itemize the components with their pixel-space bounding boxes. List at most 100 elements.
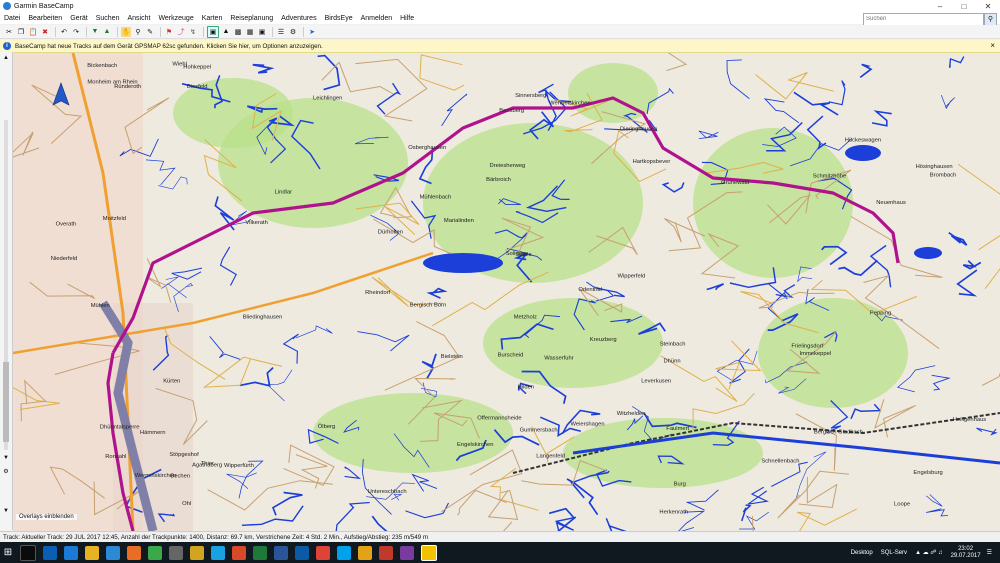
menu-hilfe[interactable]: Hilfe <box>396 15 418 22</box>
store-icon[interactable] <box>105 545 120 560</box>
clock[interactable]: 23:02 29.07.2017 <box>951 546 981 560</box>
sql-server-label[interactable]: SQL-Serv <box>881 550 907 556</box>
new-waypoint-icon[interactable]: ⚑ <box>164 27 174 37</box>
stream <box>828 80 846 106</box>
place-label: Grunewald <box>721 180 749 186</box>
window-title: Garmin BaseCamp <box>14 2 74 10</box>
app-icon[interactable] <box>336 545 351 560</box>
toolbar-separator <box>86 26 87 37</box>
word-icon[interactable] <box>273 545 288 560</box>
minimize-button[interactable]: – <box>928 0 952 12</box>
elevation-icon[interactable]: ▩ <box>233 27 243 37</box>
3d-view-icon[interactable]: ▲ <box>221 27 231 37</box>
new-track-icon[interactable]: ↯ <box>188 27 198 37</box>
app-icon[interactable] <box>357 545 372 560</box>
stream <box>357 331 410 352</box>
place-label: Wipperfürth <box>224 463 254 469</box>
search-icon[interactable] <box>19 544 36 561</box>
skype-icon[interactable] <box>210 545 225 560</box>
desktop-toolbar-label[interactable]: Desktop <box>851 550 873 556</box>
place-label: Ölberg <box>318 423 335 430</box>
panel-settings-icon[interactable]: ⚙ <box>2 468 10 476</box>
cut-icon[interactable]: ✂ <box>4 27 14 37</box>
file-explorer-icon[interactable] <box>84 545 99 560</box>
place-label: Wasserfuhr <box>544 355 573 361</box>
filter-icon[interactable]: ▼ <box>2 507 10 515</box>
zoom-icon[interactable]: ⚲ <box>133 27 143 37</box>
app-icon[interactable] <box>189 545 204 560</box>
onenote-icon[interactable] <box>399 545 414 560</box>
excel-icon[interactable] <box>252 545 267 560</box>
menu-geraet[interactable]: Gerät <box>66 15 92 22</box>
menu-adventures[interactable]: Adventures <box>277 15 320 22</box>
undo-icon[interactable]: ↶ <box>59 27 69 37</box>
place-label: Mühlen <box>91 303 110 309</box>
delete-icon[interactable]: ✖ <box>40 27 50 37</box>
stream <box>241 505 304 527</box>
notifications-icon[interactable]: ☰ <box>987 549 992 556</box>
windows-start-icon[interactable]: ⊞ <box>0 542 16 563</box>
title-bar: Garmin BaseCamp – □ ✕ <box>0 0 1000 12</box>
device-notification-bar[interactable]: i BaseCamp hat neue Tracks auf dem Gerät… <box>0 40 1000 53</box>
place-label: Bliedinghausen <box>243 314 283 320</box>
app-icon[interactable] <box>378 545 393 560</box>
road <box>978 235 1000 290</box>
collapse-arrow-icon[interactable]: ▲ <box>2 54 10 62</box>
activity-profile-icon[interactable]: ⚙ <box>288 27 298 37</box>
collapse-down-icon[interactable]: ▼ <box>2 454 10 462</box>
menu-anmelden[interactable]: Anmelden <box>357 15 397 22</box>
copy-icon[interactable]: ❐ <box>16 27 26 37</box>
mail-icon[interactable] <box>126 545 141 560</box>
stream <box>566 478 599 516</box>
task-view-icon[interactable] <box>42 545 57 560</box>
receive-from-device-icon[interactable]: ▼ <box>90 27 100 37</box>
close-button[interactable]: ✕ <box>976 0 1000 12</box>
outlook-icon[interactable] <box>294 545 309 560</box>
photo-icon[interactable]: ▣ <box>257 27 267 37</box>
menu-bearbeiten[interactable]: Bearbeiten <box>24 15 66 22</box>
layers-icon[interactable]: ▦ <box>245 27 255 37</box>
place-label: Neuenhaus <box>876 200 906 206</box>
stream <box>411 473 438 492</box>
road <box>715 340 762 390</box>
profile-icon[interactable]: ☰ <box>276 27 286 37</box>
media-icon[interactable] <box>147 545 162 560</box>
tray-icons[interactable]: ▲ ☁ ☍ ♫ <box>915 549 943 556</box>
menu-datei[interactable]: Datei <box>0 15 24 22</box>
paste-icon[interactable]: 📋 <box>28 27 38 37</box>
topographic-map[interactable]: SolingenBurscheidEngelsburgÖlbergWermels… <box>13 53 1000 531</box>
menu-karten[interactable]: Karten <box>198 15 227 22</box>
map-view-icon[interactable]: ▣ <box>207 25 219 38</box>
pan-hand-icon[interactable]: ✋ <box>121 26 131 37</box>
send-to-device-icon[interactable]: ▲ <box>102 27 112 37</box>
menu-birdseye[interactable]: BirdsEye <box>321 15 357 22</box>
place-label: Metzholz <box>514 315 537 321</box>
maximize-button[interactable]: □ <box>952 0 976 12</box>
redo-icon[interactable]: ↷ <box>71 27 81 37</box>
place-label: Engelsburg <box>913 470 942 476</box>
place-label: Wipperfeld <box>618 274 646 280</box>
measure-icon[interactable]: ✎ <box>145 27 155 37</box>
place-label: Ronsahl <box>105 454 126 460</box>
menu-suchen[interactable]: Suchen <box>92 15 124 22</box>
edge-icon[interactable] <box>63 545 78 560</box>
navigate-icon[interactable]: ➤ <box>307 27 317 37</box>
basecamp-taskbar-icon[interactable] <box>420 544 437 561</box>
menu-reiseplanung[interactable]: Reiseplanung <box>226 15 277 22</box>
place-label: Kreuzberg <box>590 337 617 343</box>
stream <box>931 374 951 391</box>
overlays-button[interactable]: Overlays einblenden <box>16 514 77 520</box>
place-label: Lindlar <box>275 189 292 195</box>
app-icon[interactable] <box>168 545 183 560</box>
chrome-icon[interactable] <box>315 545 330 560</box>
new-route-icon[interactable]: ⤴ <box>176 27 186 37</box>
notification-message[interactable]: BaseCamp hat neue Tracks auf dem Gerät G… <box>15 43 323 50</box>
place-label: Immekeppel <box>800 351 832 357</box>
place-label: Bergisch Born <box>410 303 446 309</box>
menu-werkzeuge[interactable]: Werkzeuge <box>154 15 197 22</box>
panel-scroll-thumb[interactable] <box>3 362 9 442</box>
menu-ansicht[interactable]: Ansicht <box>123 15 154 22</box>
close-icon[interactable]: × <box>990 41 995 50</box>
map-view[interactable]: Solingen Burscheid Engelsburg Ölberg Wermels… <box>13 53 1000 531</box>
app-icon[interactable] <box>231 545 246 560</box>
